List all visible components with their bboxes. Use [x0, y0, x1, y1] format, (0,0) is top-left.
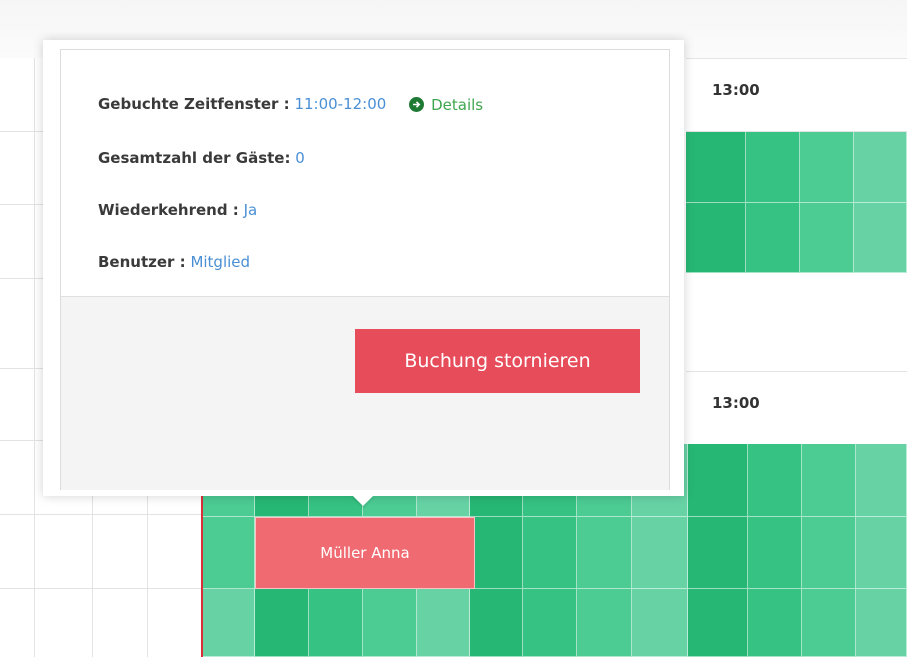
timeslot-cell[interactable] — [577, 517, 632, 589]
timeslot-cell[interactable] — [309, 589, 363, 657]
popover-body: Gebuchte Zeitfenster : 11:00-12:00 Detai… — [61, 50, 669, 296]
timeslot-cell[interactable] — [856, 517, 907, 589]
timeslot-cell[interactable] — [746, 132, 800, 203]
popover-arrow — [352, 495, 374, 506]
booking-popover: Gebuchte Zeitfenster : 11:00-12:00 Detai… — [43, 40, 684, 496]
timeslot-grid-1[interactable] — [686, 132, 907, 273]
booked-slot-value: 11:00-12:00 — [294, 95, 387, 113]
recurring-value: Ja — [243, 201, 258, 219]
timeslot-cell[interactable] — [417, 589, 470, 657]
timeslot-cell[interactable] — [748, 517, 802, 589]
timeslot-cell[interactable] — [688, 517, 748, 589]
timeslot-cell[interactable] — [686, 203, 746, 273]
schedule-header-row-2: 13:00 — [686, 371, 907, 445]
user-label: Benutzer : — [98, 253, 186, 271]
timeslot-cell[interactable] — [746, 203, 800, 273]
popover-panel: Gebuchte Zeitfenster : 11:00-12:00 Detai… — [60, 49, 670, 490]
header-time-2: 13:00 — [712, 394, 760, 412]
timeslot-cell[interactable] — [688, 589, 748, 657]
arrow-circle-right-icon — [409, 97, 425, 112]
timeslot-cell[interactable] — [686, 132, 746, 203]
timeslot-cell[interactable] — [470, 517, 523, 589]
timeslot-cell[interactable] — [363, 589, 417, 657]
booked-slot-row: Gebuchte Zeitfenster : 11:00-12:00 Detai… — [98, 95, 483, 114]
booking-name: Müller Anna — [320, 544, 410, 562]
timeslot-cell[interactable] — [748, 589, 802, 657]
timeslot-cell[interactable] — [802, 589, 856, 657]
timeslot-cell[interactable] — [800, 132, 854, 203]
timeslot-cell[interactable] — [854, 203, 907, 273]
booking-block[interactable]: Müller Anna — [255, 517, 475, 589]
details-link-label: Details — [431, 95, 484, 114]
timeslot-cell[interactable] — [577, 589, 632, 657]
timeslot-cell[interactable] — [632, 517, 688, 589]
timeslot-cell[interactable] — [203, 517, 255, 589]
timeslot-cell[interactable] — [203, 589, 255, 657]
booked-slot-label: Gebuchte Zeitfenster : — [98, 95, 290, 113]
guests-row: Gesamtzahl der Gäste: 0 — [98, 149, 305, 167]
guests-label: Gesamtzahl der Gäste: — [98, 149, 291, 167]
timeslot-cell[interactable] — [470, 589, 523, 657]
recurring-label: Wiederkehrend : — [98, 201, 239, 219]
schedule-header-row-1: 13:00 — [686, 58, 907, 132]
user-value: Mitglied — [190, 253, 251, 271]
user-row: Benutzer : Mitglied — [98, 253, 250, 271]
timeslot-cell[interactable] — [802, 517, 856, 589]
timeslot-cell[interactable] — [688, 444, 748, 517]
popover-footer: Buchung stornieren — [61, 296, 669, 490]
timeslot-cell[interactable] — [632, 589, 688, 657]
guests-value: 0 — [295, 149, 305, 167]
timeslot-cell[interactable] — [800, 203, 854, 273]
header-time-1: 13:00 — [712, 81, 760, 99]
timeslot-cell[interactable] — [523, 589, 577, 657]
timeslot-cell[interactable] — [748, 444, 802, 517]
details-link[interactable]: Details — [409, 96, 483, 114]
timeslot-cell[interactable] — [856, 589, 907, 657]
timeslot-cell[interactable] — [802, 444, 856, 517]
cancel-booking-button[interactable]: Buchung stornieren — [355, 329, 640, 393]
recurring-row: Wiederkehrend : Ja — [98, 201, 257, 219]
timeslot-cell[interactable] — [523, 517, 577, 589]
timeslot-cell[interactable] — [856, 444, 907, 517]
timeslot-cell[interactable] — [255, 589, 309, 657]
timeslot-cell[interactable] — [854, 132, 907, 203]
